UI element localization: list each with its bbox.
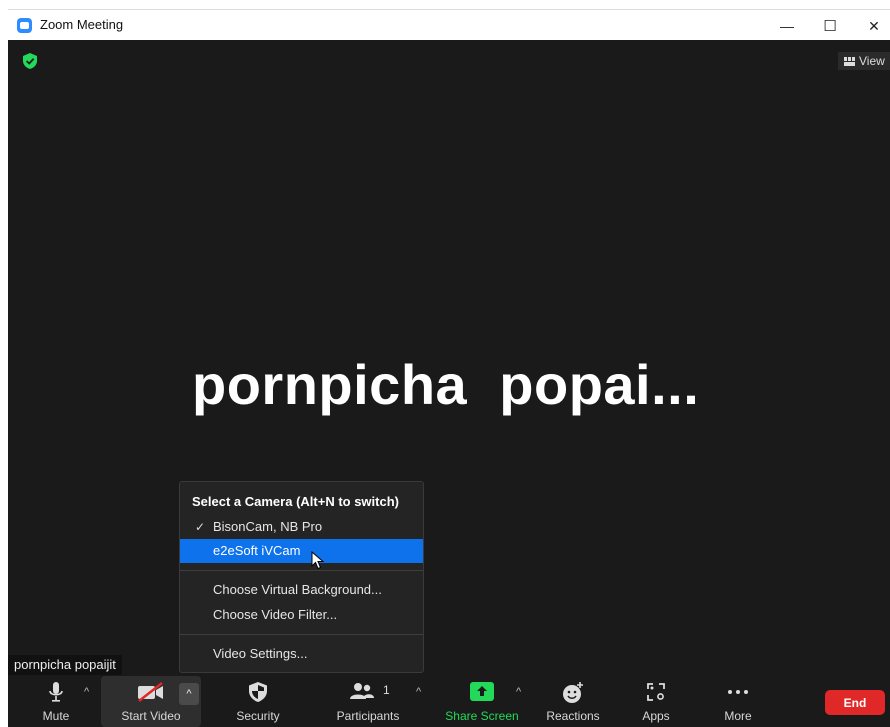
menu-item-label: Video Settings... [213, 646, 308, 661]
security-label: Security [236, 709, 280, 723]
camera-option-label: e2eSoft iVCam [213, 543, 301, 558]
camera-option-bisoncam[interactable]: ✓ BisonCam, NB Pro [180, 515, 423, 539]
share-screen-icon [470, 682, 494, 701]
apps-label: Apps [642, 709, 670, 723]
security-button[interactable]: Security [228, 676, 288, 727]
security-shield-icon [249, 682, 267, 702]
participants-label: Participants [336, 709, 400, 723]
camera-option-label: BisonCam, NB Pro [213, 519, 323, 534]
view-button[interactable]: View [838, 52, 890, 70]
more-dots-icon [728, 690, 748, 694]
shield-check-icon[interactable] [23, 53, 37, 69]
meeting-area: View pornpicha popai... Select a Camera … [8, 40, 890, 727]
start-video-label: Start Video [121, 709, 181, 723]
microphone-icon [49, 682, 63, 702]
reactions-label: Reactions [546, 709, 600, 723]
video-options-caret[interactable]: ^ [179, 683, 199, 705]
maximize-button[interactable]: ☐ [817, 14, 843, 38]
participant-display-name: pornpicha popai... [192, 353, 700, 416]
menu-divider [180, 634, 423, 635]
camera-option-ivcam[interactable]: e2eSoft iVCam [180, 539, 423, 563]
grid-view-icon [844, 56, 855, 66]
mute-label: Mute [42, 709, 70, 723]
share-screen-button[interactable]: Share Screen [440, 676, 524, 727]
close-button[interactable]: ✕ [861, 14, 887, 38]
window-title: Zoom Meeting [40, 17, 124, 32]
apps-button[interactable]: Apps [634, 676, 678, 727]
view-label: View [859, 54, 885, 68]
menu-item-label: Choose Video Filter... [213, 607, 338, 622]
share-screen-label: Share Screen [445, 709, 519, 723]
audio-options-caret[interactable]: ^ [84, 686, 89, 698]
video-settings-item[interactable]: Video Settings... [180, 642, 423, 666]
more-label: More [724, 709, 752, 723]
choose-video-filter-item[interactable]: Choose Video Filter... [180, 603, 423, 627]
apps-icon [647, 683, 665, 701]
participants-icon [350, 683, 374, 699]
share-options-caret[interactable]: ^ [516, 686, 521, 698]
reactions-button[interactable]: Reactions [538, 676, 608, 727]
start-video-button[interactable]: Start Video [114, 676, 188, 727]
participants-button[interactable]: 1 Participants [328, 676, 408, 727]
camera-menu-header: Select a Camera (Alt+N to switch) [192, 494, 399, 509]
menu-item-label: Choose Virtual Background... [213, 582, 382, 597]
zoom-app-icon [17, 18, 32, 33]
participants-count: 1 [383, 683, 390, 697]
reactions-icon [563, 682, 583, 703]
choose-virtual-background-item[interactable]: Choose Virtual Background... [180, 578, 423, 602]
video-off-icon [138, 682, 163, 702]
camera-menu: Select a Camera (Alt+N to switch) ✓ Biso… [179, 481, 424, 673]
mute-button[interactable]: Mute [36, 676, 76, 727]
mouse-cursor-icon [311, 551, 325, 570]
meeting-toolbar: Mute ^ Start Video ^ Security 1 Particip… [8, 676, 890, 727]
minimize-button[interactable]: — [774, 14, 800, 38]
window-titlebar: Zoom Meeting — ☐ ✕ [8, 9, 890, 40]
menu-divider [180, 570, 423, 571]
participant-name-tag: pornpicha popaijit [8, 655, 122, 675]
more-button[interactable]: More [716, 676, 760, 727]
end-meeting-button[interactable]: End [825, 690, 885, 715]
checkmark-icon: ✓ [195, 520, 206, 534]
participants-options-caret[interactable]: ^ [416, 686, 421, 698]
